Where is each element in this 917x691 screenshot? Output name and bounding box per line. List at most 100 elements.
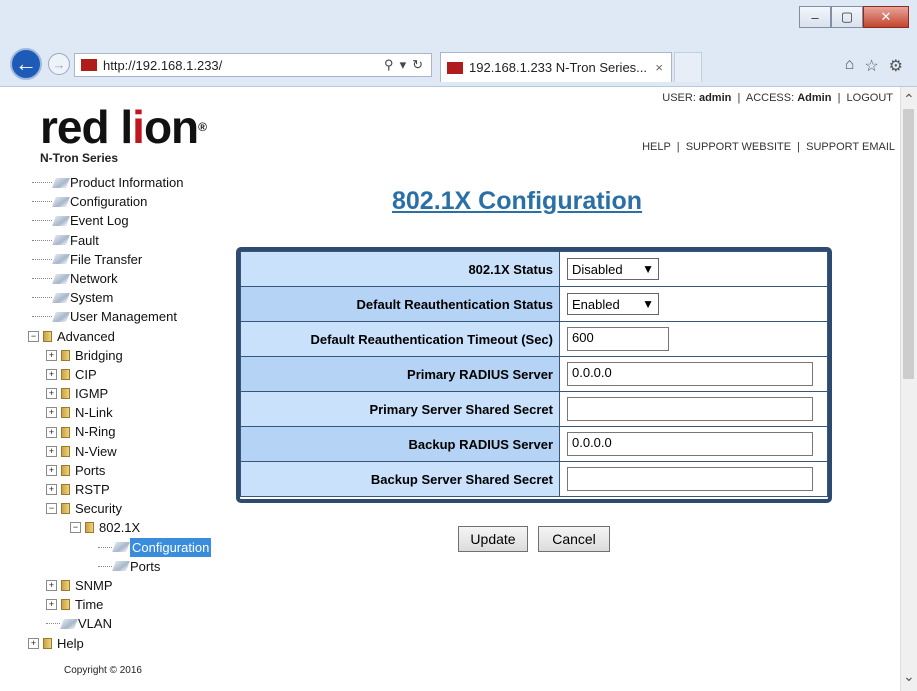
collapse-icon[interactable]: − — [28, 330, 39, 342]
folder-icon — [85, 522, 94, 534]
expand-icon[interactable]: + — [46, 349, 57, 361]
folder-icon — [43, 330, 52, 342]
expand-icon[interactable]: + — [46, 599, 57, 611]
nav-network[interactable]: Network — [70, 269, 118, 288]
page-icon — [52, 235, 70, 246]
chevron-down-icon: ▼ — [642, 297, 654, 311]
nav-cip[interactable]: CIP — [75, 365, 97, 384]
settings-gear-icon[interactable]: ⚙ — [889, 56, 903, 76]
backup-server-input[interactable]: 0.0.0.0 — [567, 432, 813, 456]
folder-icon — [61, 503, 70, 515]
page-icon — [60, 618, 78, 629]
dropdown-icon[interactable]: ▾ — [400, 57, 407, 73]
expand-icon[interactable]: + — [46, 464, 57, 476]
address-url[interactable]: http://192.168.1.233/ — [103, 58, 384, 73]
nav-event-log[interactable]: Event Log — [70, 211, 129, 230]
page-icon — [112, 542, 130, 553]
nav-igmp[interactable]: IGMP — [75, 384, 108, 403]
help-link[interactable]: HELP — [642, 141, 671, 153]
update-button[interactable]: Update — [458, 526, 528, 552]
folder-icon — [61, 368, 70, 380]
nav-advanced[interactable]: Advanced — [57, 327, 115, 346]
refresh-icon[interactable]: ↻ — [412, 57, 423, 73]
folder-icon — [61, 484, 70, 496]
nav-fault[interactable]: Fault — [70, 231, 99, 250]
nav-security[interactable]: Security — [75, 499, 122, 518]
support-website-link[interactable]: SUPPORT WEBSITE — [686, 141, 791, 153]
browser-chrome: ‒ ▢ ✕ ← → http://192.168.1.233/ ⚲ ▾ ↻ 19… — [0, 0, 917, 87]
copyright-text: Copyright © 2016 — [64, 665, 142, 676]
folder-icon — [61, 388, 70, 400]
scroll-thumb[interactable] — [903, 109, 914, 379]
nav-product-information[interactable]: Product Information — [70, 173, 183, 192]
expand-icon[interactable]: + — [46, 426, 57, 438]
page-icon — [52, 196, 70, 207]
backup-secret-label: Backup Server Shared Secret — [240, 461, 560, 497]
maximize-button[interactable]: ▢ — [831, 6, 863, 28]
logout-link[interactable]: LOGOUT — [847, 92, 893, 104]
expand-icon[interactable]: + — [28, 637, 39, 649]
scroll-up-icon[interactable]: ⌃ — [903, 91, 915, 108]
home-icon[interactable]: ⌂ — [845, 56, 855, 76]
status-select[interactable]: Disabled ▼ — [567, 258, 659, 280]
expand-icon[interactable]: + — [46, 484, 57, 496]
nav-802-1x[interactable]: 802.1X — [99, 518, 140, 537]
nav-file-transfer[interactable]: File Transfer — [70, 250, 142, 269]
vertical-scrollbar[interactable]: ⌃ ⌄ — [900, 87, 917, 691]
nav-time[interactable]: Time — [75, 595, 103, 614]
nav-bridging[interactable]: Bridging — [75, 346, 123, 365]
nav-ports[interactable]: Ports — [75, 461, 105, 480]
expand-icon[interactable]: + — [46, 445, 57, 457]
minimize-button[interactable]: ‒ — [799, 6, 831, 28]
nav-802-1x-configuration[interactable]: Configuration — [130, 537, 212, 557]
nav-nview[interactable]: N-View — [75, 442, 117, 461]
forward-button[interactable]: → — [48, 53, 70, 75]
nav-vlan[interactable]: VLAN — [78, 614, 112, 633]
page-icon — [112, 561, 130, 572]
nav-rstp[interactable]: RSTP — [75, 480, 110, 499]
nav-802-1x-ports[interactable]: Ports — [130, 557, 160, 576]
reauth-timeout-input[interactable]: 600 — [567, 327, 669, 351]
support-email-link[interactable]: SUPPORT EMAIL — [806, 141, 895, 153]
nav-nring[interactable]: N-Ring — [75, 422, 115, 441]
nav-user-management[interactable]: User Management — [70, 307, 177, 326]
logo-subtitle: N-Tron Series — [40, 151, 119, 165]
page-icon — [52, 311, 70, 322]
favorites-star-icon[interactable]: ☆ — [864, 56, 878, 76]
collapse-icon[interactable]: − — [70, 522, 81, 534]
red-lion-logo: red lion® N-Tron Series — [40, 101, 207, 165]
nav-nlink[interactable]: N-Link — [75, 403, 113, 422]
collapse-icon[interactable]: − — [46, 503, 57, 515]
primary-secret-input[interactable] — [567, 397, 813, 421]
expand-icon[interactable]: + — [46, 368, 57, 380]
toolbar-icons: ⌂ ☆ ⚙ — [845, 56, 903, 76]
nav-system[interactable]: System — [70, 288, 113, 307]
reauth-status-select[interactable]: Enabled ▼ — [567, 293, 659, 315]
backup-secret-input[interactable] — [567, 467, 813, 491]
page-icon — [52, 292, 70, 303]
expand-icon[interactable]: + — [46, 388, 57, 400]
nav-help[interactable]: Help — [57, 634, 84, 653]
page-icon — [52, 273, 70, 284]
primary-server-input[interactable]: 0.0.0.0 — [567, 362, 813, 386]
reauth-timeout-label: Default Reauthentication Timeout (Sec) — [240, 321, 560, 357]
folder-icon — [61, 349, 70, 361]
search-icon[interactable]: ⚲ — [384, 57, 394, 73]
primary-server-label: Primary RADIUS Server — [240, 356, 560, 392]
scroll-down-icon[interactable]: ⌄ — [903, 668, 915, 685]
cancel-button[interactable]: Cancel — [538, 526, 610, 552]
expand-icon[interactable]: + — [46, 407, 57, 419]
nav-snmp[interactable]: SNMP — [75, 576, 113, 595]
new-tab-button[interactable] — [674, 52, 702, 82]
browser-tab[interactable]: 192.168.1.233 N-Tron Series... × — [440, 52, 672, 82]
folder-icon — [61, 426, 70, 438]
window-controls: ‒ ▢ ✕ — [799, 6, 909, 28]
back-button[interactable]: ← — [10, 48, 42, 80]
user-name: admin — [698, 92, 732, 104]
back-arrow-icon: ← — [15, 51, 37, 76]
expand-icon[interactable]: + — [46, 580, 57, 592]
nav-configuration[interactable]: Configuration — [70, 192, 147, 211]
address-bar[interactable]: http://192.168.1.233/ ⚲ ▾ ↻ — [74, 53, 432, 77]
close-window-button[interactable]: ✕ — [863, 6, 909, 28]
tab-close-icon[interactable]: × — [655, 60, 663, 75]
